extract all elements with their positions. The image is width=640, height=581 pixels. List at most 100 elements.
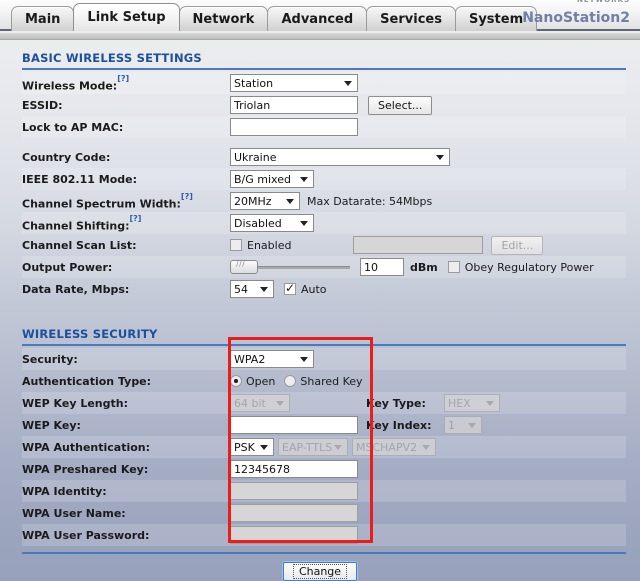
security-select[interactable]: WPA2 <box>230 350 314 368</box>
channel-shifting-select-wrap: Disabled <box>230 214 314 232</box>
wpa-preshared-key-input[interactable] <box>230 460 358 478</box>
lock-ap-mac-label: Lock to AP MAC: <box>22 120 124 134</box>
key-index-select: 1 <box>444 416 482 434</box>
key-index-label: Key Index: <box>366 418 432 432</box>
ieee-mode-select[interactable]: B/G mixed <box>230 170 314 188</box>
row-wep-key-length: WEP Key Length: 64 bit Key Type: HEX <box>22 392 626 414</box>
wpa-identity-label: WPA Identity: <box>22 484 107 498</box>
change-button-label: Change <box>292 564 348 579</box>
tab-network[interactable]: Network <box>178 6 269 31</box>
country-code-label: Country Code: <box>22 150 111 164</box>
country-code-select-wrap: Ukraine <box>230 148 450 166</box>
output-power-slider-handle[interactable] <box>230 259 258 274</box>
essid-select-button[interactable]: Select... <box>368 95 433 115</box>
device-model-label: NanoStation2 <box>522 10 630 26</box>
section-basic-wireless-settings: BASIC WIRELESS SETTINGS <box>22 42 626 70</box>
wpa-psk-label: WPA Preshared Key: <box>22 462 149 476</box>
tab-main[interactable]: Main <box>11 6 75 31</box>
wpa-identity-input <box>230 482 358 500</box>
obey-regulatory-power-label: Obey Regulatory Power <box>464 260 594 274</box>
channel-shifting-label: Channel Shifting:[?] <box>22 213 142 233</box>
row-wireless-mode: Wireless Mode:[?] Station <box>22 72 626 94</box>
wpa-auth-select[interactable]: PSK <box>230 438 274 456</box>
tab-advanced[interactable]: Advanced <box>267 6 368 31</box>
obey-regulatory-power-checkbox[interactable] <box>447 261 460 273</box>
output-power-input[interactable] <box>360 258 404 276</box>
wpa-username-label: WPA User Name: <box>22 506 126 520</box>
wep-key-label: WEP Key: <box>22 418 81 432</box>
wpa-username-input <box>230 504 358 522</box>
row-channel-shifting: Channel Shifting:[?] Disabled <box>22 212 626 234</box>
row-authentication-type: Authentication Type: Open Shared Key <box>22 370 626 392</box>
spectrum-width-select[interactable]: 20MHz <box>230 192 300 210</box>
row-wpa-preshared-key: WPA Preshared Key: <box>22 458 626 480</box>
tab-link-setup-label: Link Setup <box>87 10 166 25</box>
wpa-inner-auth-select: MSCHAPV2 <box>352 438 436 456</box>
key-index-group: Key Index: 1 <box>366 416 482 434</box>
scan-list-enabled-label: Enabled <box>247 238 292 252</box>
group-spacer-2 <box>22 300 626 308</box>
country-code-select[interactable]: Ukraine <box>230 148 450 166</box>
row-wpa-authentication: WPA Authentication: PSK EAP-TTLS MSCHAPV… <box>22 436 626 458</box>
auth-shared-key-label: Shared Key <box>300 374 363 388</box>
wpa-inner-auth-select-wrap: MSCHAPV2 <box>352 438 436 456</box>
row-ieee-mode: IEEE 802.11 Mode: B/G mixed <box>22 168 626 190</box>
auth-type-label: Authentication Type: <box>22 374 152 388</box>
wpa-auth-select-wrap: PSK <box>230 438 274 456</box>
data-rate-auto-checkbox[interactable] <box>284 281 296 295</box>
change-button[interactable]: Change <box>282 562 358 581</box>
row-wpa-user-password: WPA User Password: <box>22 524 626 546</box>
brand-networks-text: NETWORKS <box>577 0 630 4</box>
tab-services-label: Services <box>380 11 442 27</box>
main-tab-bar: Main Link Setup Network Advanced Service… <box>0 0 640 31</box>
ieee-mode-label: IEEE 802.11 Mode: <box>22 172 137 186</box>
row-channel-spectrum-width: Channel Spectrum Width:[?] 20MHz Max Dat… <box>22 190 626 212</box>
auth-shared-key-radio[interactable] <box>284 375 297 387</box>
tab-link-setup[interactable]: Link Setup <box>73 3 180 31</box>
channel-shifting-help-icon[interactable]: [?] <box>130 214 142 223</box>
ieee-mode-select-wrap: B/G mixed <box>230 170 314 188</box>
security-select-wrap: WPA2 <box>230 350 314 368</box>
tab-services[interactable]: Services <box>366 6 456 31</box>
scan-list-label: Channel Scan List: <box>22 238 137 252</box>
data-rate-label: Data Rate, Mbps: <box>22 282 130 296</box>
output-power-slider[interactable] <box>230 259 350 275</box>
auth-open-radio[interactable] <box>230 375 242 387</box>
wep-key-length-select-wrap: 64 bit <box>230 394 290 412</box>
scan-list-enabled-checkbox[interactable] <box>230 239 242 251</box>
wep-key-length-select: 64 bit <box>230 394 290 412</box>
section-wireless-security: WIRELESS SECURITY <box>22 318 626 346</box>
channel-shifting-select[interactable]: Disabled <box>230 214 314 232</box>
tab-underbar <box>0 33 640 40</box>
tab-main-label: Main <box>25 11 61 27</box>
key-type-group: Key Type: HEX <box>366 394 500 412</box>
wep-key-length-label: WEP Key Length: <box>22 396 128 410</box>
key-type-label: Key Type: <box>366 396 426 410</box>
data-rate-auto-label: Auto <box>301 282 327 296</box>
auth-open-label: Open <box>246 374 276 388</box>
wpa-password-input <box>230 526 358 544</box>
key-type-select-wrap: HEX <box>444 394 500 412</box>
wireless-mode-select[interactable]: Station <box>230 74 358 92</box>
key-index-select-wrap: 1 <box>444 416 482 434</box>
footer-actions: Change <box>0 554 640 581</box>
row-wep-key: WEP Key: Key Index: 1 <box>22 414 626 436</box>
data-rate-select[interactable]: 54 <box>230 280 274 298</box>
device-config-window: Main Link Setup Network Advanced Service… <box>0 0 640 581</box>
spectrum-width-label: Channel Spectrum Width:[?] <box>22 191 193 211</box>
row-data-rate: Data Rate, Mbps: 54 Auto <box>22 278 626 300</box>
lock-ap-mac-input[interactable] <box>230 118 358 136</box>
scan-list-edit-button: Edit... <box>491 235 544 255</box>
settings-content: BASIC WIRELESS SETTINGS Wireless Mode:[?… <box>0 42 640 581</box>
row-output-power: Output Power: dBm Obey Regulatory Power <box>22 256 626 278</box>
wireless-mode-help-icon[interactable]: [?] <box>117 74 129 83</box>
key-type-select: HEX <box>444 394 500 412</box>
spectrum-width-select-wrap: 20MHz <box>230 192 300 210</box>
spectrum-width-help-icon[interactable]: [?] <box>181 192 193 201</box>
max-datarate-text: Max Datarate: 54Mbps <box>307 194 433 208</box>
essid-input[interactable] <box>230 96 358 114</box>
data-rate-select-wrap: 54 <box>230 280 274 298</box>
wep-key-input[interactable] <box>230 416 358 434</box>
wpa-auth-label: WPA Authentication: <box>22 440 151 454</box>
essid-label: ESSID: <box>22 98 63 112</box>
